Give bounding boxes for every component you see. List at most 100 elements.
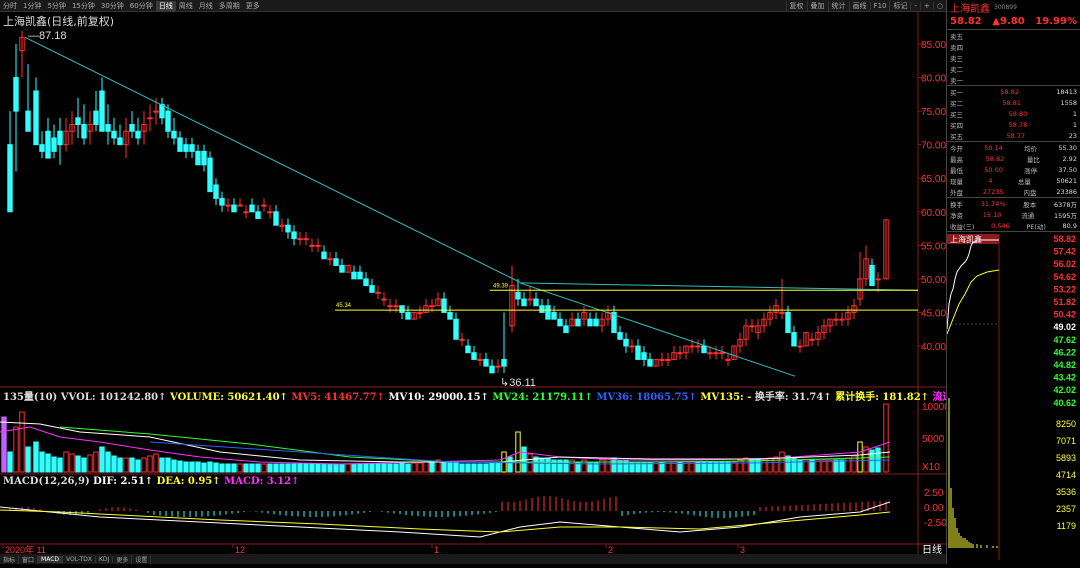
toolbar-item-4[interactable]: 标记 — [889, 0, 910, 11]
candle-body — [495, 365, 501, 368]
mini-price-tick: 51.82 — [1053, 297, 1076, 307]
volume-bar — [303, 463, 309, 473]
indicator-tab-4[interactable]: KDJ — [96, 555, 114, 563]
volume-bar — [761, 459, 767, 473]
candle-body — [387, 305, 393, 308]
level-label: 49.39 — [493, 283, 509, 289]
price-tick-label: 80.00 — [921, 74, 946, 85]
adjust-button[interactable]: 复权 — [785, 0, 807, 11]
sell-row: 卖三 — [950, 54, 963, 63]
mini-volume-tick: 1179 — [1057, 521, 1076, 531]
volume-bar — [417, 462, 423, 473]
buy-row: 买四 58.78 1 — [950, 120, 1077, 130]
toolbar-item-7[interactable]: ○ — [932, 1, 946, 10]
candle-body — [447, 311, 453, 320]
quote-panel: 上海凯鑫 300899 58.82 ▲9.80 19.99% 卖五 卖四 卖三 卖二卖… — [946, 0, 1080, 564]
volume-bar — [267, 463, 273, 473]
indicator-tab-0[interactable]: 指标 — [0, 554, 20, 564]
indicator-tab-2[interactable]: MACD — [38, 555, 64, 563]
candle-body — [707, 352, 713, 355]
mini-price-tick: 46.22 — [1053, 347, 1076, 357]
toolbar-item-5[interactable]: - — [910, 1, 920, 10]
mini-volume-tick: 8250 — [1056, 419, 1076, 429]
candle-body — [261, 204, 267, 207]
period-tab-8[interactable]: 月线 — [196, 1, 216, 11]
volume-bar — [105, 451, 111, 473]
trend-line — [24, 36, 521, 283]
candle-body — [321, 251, 327, 260]
candle-body — [465, 345, 471, 354]
toolbar-item-3[interactable]: F10 — [869, 1, 890, 10]
candle-body — [273, 211, 279, 226]
candle-body — [647, 358, 653, 367]
macd-tick-label: -2.50 — [924, 518, 946, 529]
volume-bar — [237, 463, 243, 473]
candle-body — [333, 258, 339, 266]
mini-price-tick: 49.02 — [1053, 322, 1076, 332]
candle-body — [677, 352, 683, 355]
volume-bar — [135, 459, 141, 473]
mini-volume-tick: 5893 — [1056, 453, 1076, 463]
candle-body — [533, 298, 539, 307]
chart-title: 上海凯鑫(日线,前复权) — [3, 15, 115, 28]
candle-body — [417, 311, 423, 314]
mini-title: 上海凯鑫 — [950, 234, 982, 244]
indicator-tab-3[interactable]: VOL-TDX — [63, 555, 96, 563]
toolbar-item-1[interactable]: 统计 — [827, 0, 849, 11]
dea-line — [0, 509, 891, 533]
indicator-tab-1[interactable]: 窗口 — [19, 554, 39, 564]
candle-body — [45, 130, 51, 159]
volume-bar — [357, 463, 363, 473]
candle-body — [75, 117, 81, 126]
toolbar-right: 复权 叠加 统计 画线 F10 标记 - + ○ — [785, 0, 946, 11]
last-price: 58.82 — [950, 16, 982, 27]
mv24-value: MV24: 21179.11↑ — [492, 392, 593, 403]
intraday-chart[interactable]: 上海凯鑫 58.82 57.42 56.02 54.62 53.22 51.82 50.42 4… — [947, 234, 1080, 560]
candle-body — [219, 197, 225, 206]
volume-bar — [63, 451, 69, 473]
volume-bar — [117, 457, 123, 473]
toolbar-item-2[interactable]: 画线 — [848, 0, 870, 11]
period-tab-5[interactable]: 60分钟 — [127, 1, 156, 11]
candle-body — [713, 352, 719, 355]
volume-bar — [465, 463, 471, 473]
volume-bar — [749, 459, 755, 473]
toolbar-item-0[interactable]: 叠加 — [806, 0, 828, 11]
volume-bar — [285, 463, 291, 473]
candle-body — [719, 352, 725, 355]
toolbar-item-6[interactable]: + — [920, 1, 933, 10]
indicator-tab-6[interactable]: 设置 — [132, 554, 152, 564]
mini-price-tick: 58.82 — [1053, 234, 1076, 244]
volume-bar — [489, 462, 495, 473]
sell-row: 卖二 — [950, 65, 963, 74]
volume-bar — [219, 463, 225, 473]
period-tab-1[interactable]: 1分钟 — [20, 1, 44, 11]
period-tab-0[interactable]: 分时 — [0, 1, 20, 11]
candle-body — [13, 77, 19, 112]
candle-body — [405, 311, 411, 320]
stat-row: 收益(三) 0.546 PE(动) 80.9 — [950, 221, 1077, 231]
stat-row: 最高 58.82 量比 2.92 — [950, 154, 1077, 164]
period-tab-2[interactable]: 5分钟 — [44, 1, 68, 11]
volume-bar — [57, 457, 63, 473]
candle-body — [111, 130, 117, 139]
period-tab-3[interactable]: 15分钟 — [69, 1, 98, 11]
candle-body — [429, 305, 435, 308]
stat-row: 外盘 27235 内盘 23386 — [950, 187, 1077, 197]
period-tab-7[interactable]: 周线 — [176, 1, 196, 11]
price-pct: 19.99% — [1035, 16, 1077, 27]
volume-bar — [453, 462, 459, 473]
trend-line — [519, 282, 796, 377]
period-tab-4[interactable]: 30分钟 — [98, 1, 127, 11]
volume-bar — [75, 455, 81, 473]
candle-body — [25, 110, 31, 132]
period-tab-6[interactable]: 日线 — [155, 0, 176, 11]
candle-body — [459, 338, 465, 341]
volume-bar — [839, 459, 845, 473]
volume-bar — [261, 463, 267, 473]
period-tab-10[interactable]: 更多 — [243, 1, 263, 11]
indicator-tab-5[interactable]: 更多 — [113, 554, 133, 564]
volume-bar — [327, 463, 333, 473]
level-label: 45.34 — [336, 303, 352, 309]
period-tab-9[interactable]: 多周期 — [216, 1, 243, 11]
